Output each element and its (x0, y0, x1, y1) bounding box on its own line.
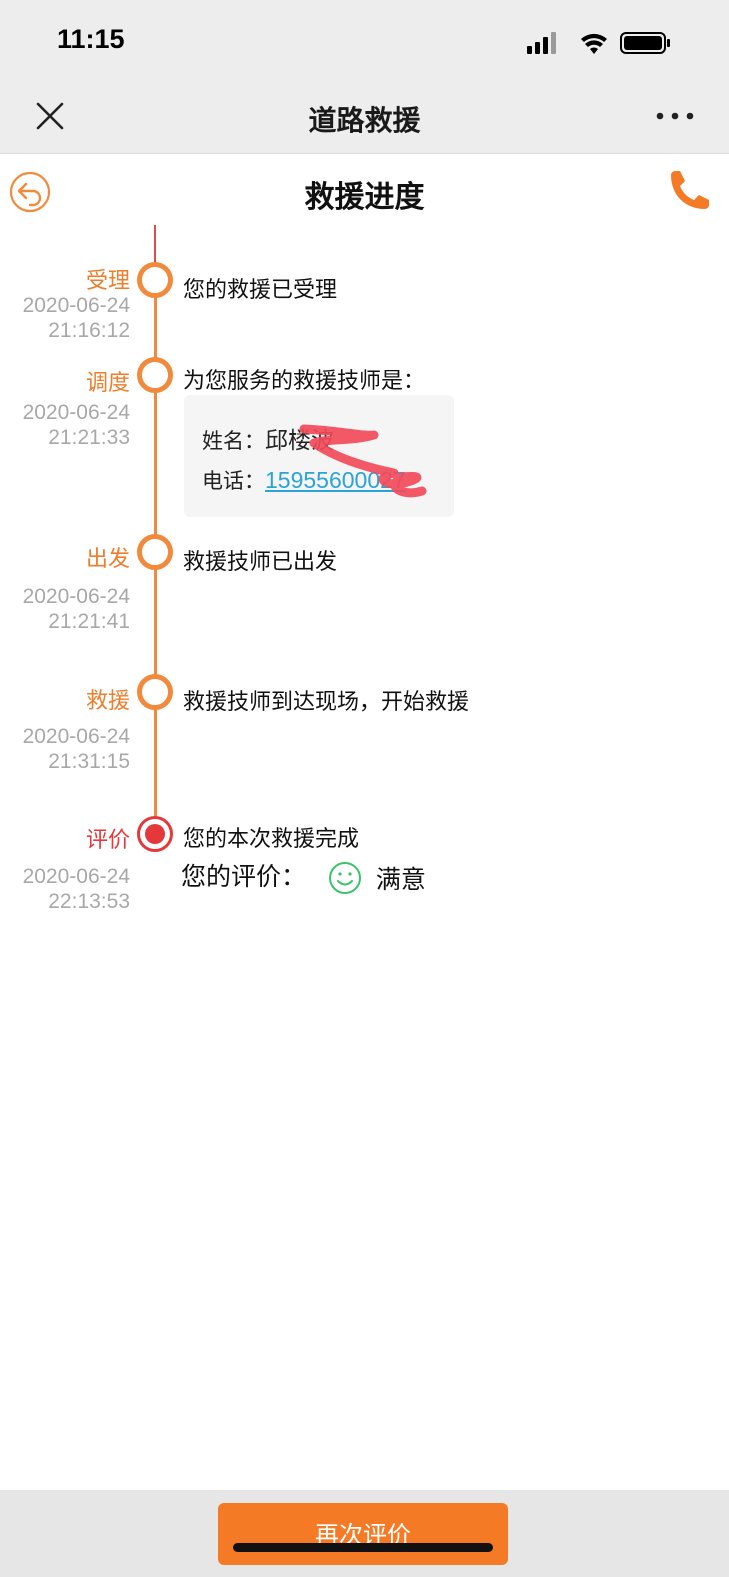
rating-value: 满意 (375, 865, 426, 894)
step-text: 救援技师到达现场，开始救援 (183, 690, 470, 715)
nav-bar: 道路救援 (0, 84, 729, 154)
timeline-line-top (154, 225, 156, 265)
phone-icon[interactable] (665, 169, 711, 215)
step-label: 评价 (85, 828, 130, 853)
step-label: 调度 (85, 371, 130, 396)
step-time: 21:16:12 (48, 319, 130, 342)
step-label: 出发 (85, 547, 130, 572)
step-label: 救援 (85, 689, 130, 714)
battery-icon (620, 32, 670, 54)
step-time: 21:21:33 (48, 426, 130, 449)
step-node-final (137, 816, 173, 852)
redaction-scribble (299, 424, 427, 498)
step-node (137, 262, 173, 298)
step-text: 救援技师已出发 (183, 550, 338, 575)
step-time: 21:31:15 (48, 750, 130, 773)
technician-name-label: 姓名： (202, 429, 265, 453)
progress-timeline: 受理 2020-06-24 21:16:12 您的救援已受理 调度 2020-0… (0, 225, 729, 945)
bottom-bar: 再次评价 (0, 1490, 729, 1577)
step-text: 您的救援已受理 (183, 278, 338, 303)
wifi-icon (581, 33, 607, 54)
technician-card: 姓名：邱楼波 电话：15955600027 (184, 395, 454, 517)
more-icon[interactable] (655, 108, 695, 124)
step-date: 2020-06-24 (22, 401, 130, 424)
status-bar: 11:15 (0, 0, 729, 84)
step-node (137, 357, 173, 393)
step-date: 2020-06-24 (22, 725, 130, 748)
step-time: 21:21:41 (48, 610, 130, 633)
step-node (137, 534, 173, 570)
step-node (137, 674, 173, 710)
nav-title: 道路救援 (308, 104, 421, 137)
rating-label: 您的评价： (181, 862, 307, 891)
step-text: 为您服务的救援技师是： (183, 369, 426, 394)
step-date: 2020-06-24 (22, 294, 130, 317)
step-label: 受理 (85, 269, 130, 294)
page-title: 救援进度 (304, 180, 425, 215)
rating-row: 您的评价： 满意 (181, 857, 426, 896)
status-time: 11:15 (57, 24, 125, 54)
smile-icon (328, 862, 361, 894)
step-date: 2020-06-24 (22, 585, 130, 608)
step-date: 2020-06-24 (22, 865, 130, 888)
technician-phone-label: 电话： (202, 469, 265, 493)
home-indicator (233, 1543, 493, 1552)
signal-icon (527, 32, 556, 54)
step-text: 您的本次救援完成 (183, 827, 360, 852)
step-time: 22:13:53 (48, 890, 130, 913)
rate-again-button[interactable]: 再次评价 (218, 1503, 508, 1565)
page-header: 救援进度 (0, 155, 729, 227)
status-icons (527, 32, 670, 54)
